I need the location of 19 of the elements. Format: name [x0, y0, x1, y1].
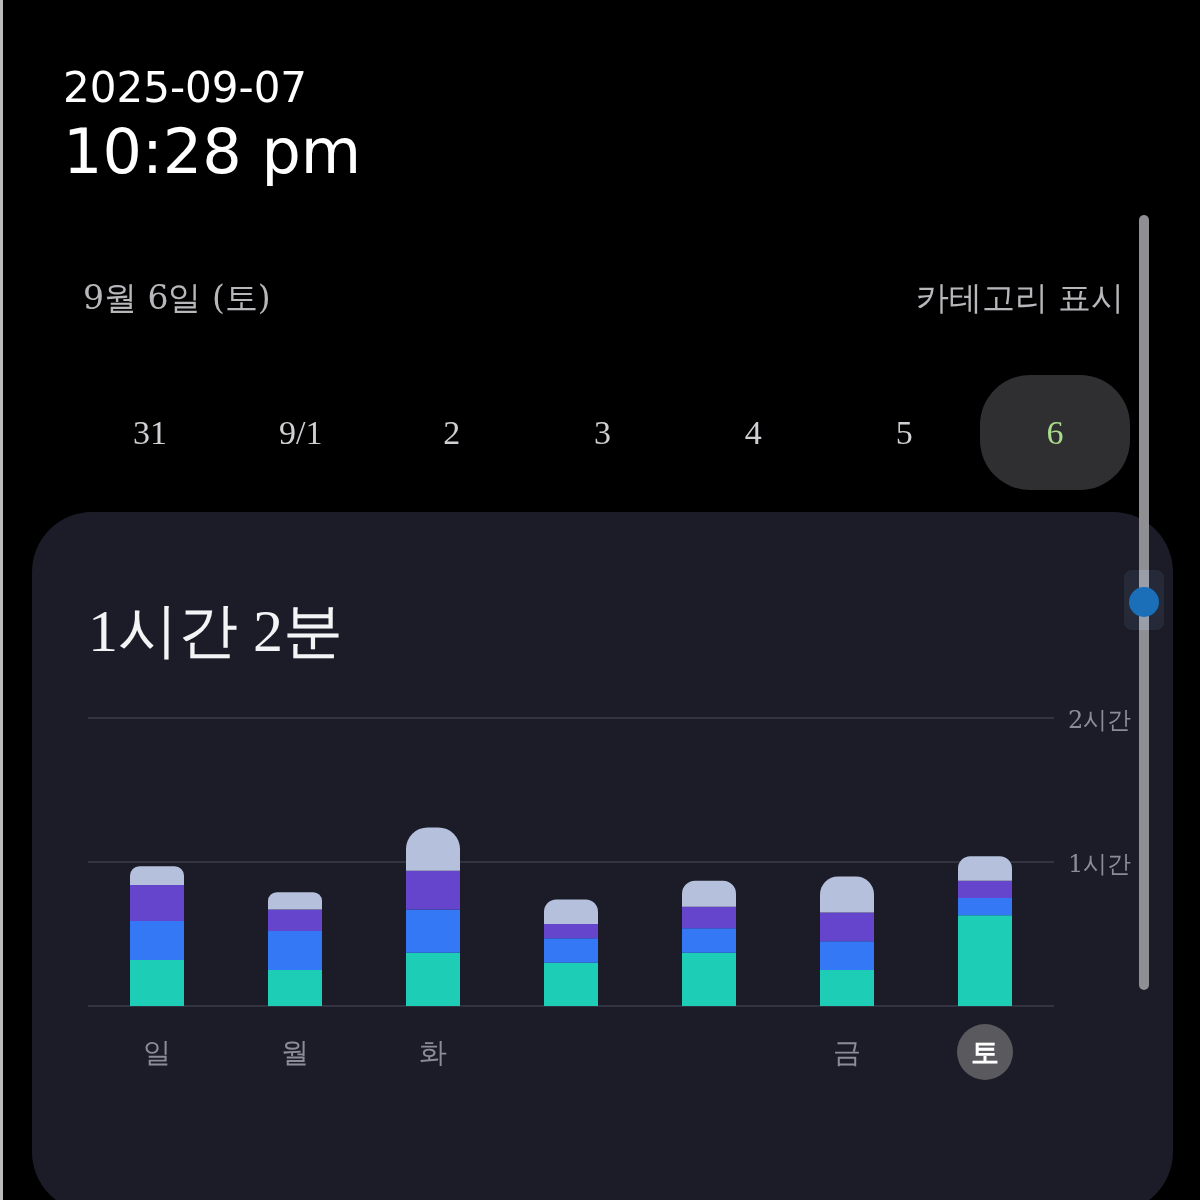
- date-chip[interactable]: 4: [678, 375, 829, 490]
- day-label[interactable]: 월: [281, 1036, 309, 1069]
- date-chip[interactable]: 3: [527, 375, 678, 490]
- category-toggle[interactable]: 카테고리 표시: [915, 276, 1124, 321]
- clock-date: 2025-09-07: [63, 62, 309, 114]
- selected-date: 9월 6일 (토): [83, 277, 271, 319]
- axis-label: 1시간: [1068, 850, 1132, 878]
- day-label[interactable]: 일: [143, 1036, 171, 1069]
- day-label[interactable]: 토: [971, 1036, 999, 1069]
- day-label[interactable]: 화: [419, 1036, 447, 1069]
- date-chip[interactable]: 9/1: [225, 375, 376, 490]
- date-chip[interactable]: 2: [376, 375, 527, 490]
- total-time: 1시간 2분: [88, 597, 344, 666]
- axis-label: 2시간: [1068, 706, 1132, 734]
- date-chip[interactable]: 6: [979, 375, 1130, 490]
- day-label[interactable]: 금: [833, 1036, 861, 1069]
- clock-time: 10:28 pm: [63, 114, 363, 190]
- date-chip[interactable]: 31: [75, 375, 225, 490]
- date-chip[interactable]: 5: [829, 375, 980, 490]
